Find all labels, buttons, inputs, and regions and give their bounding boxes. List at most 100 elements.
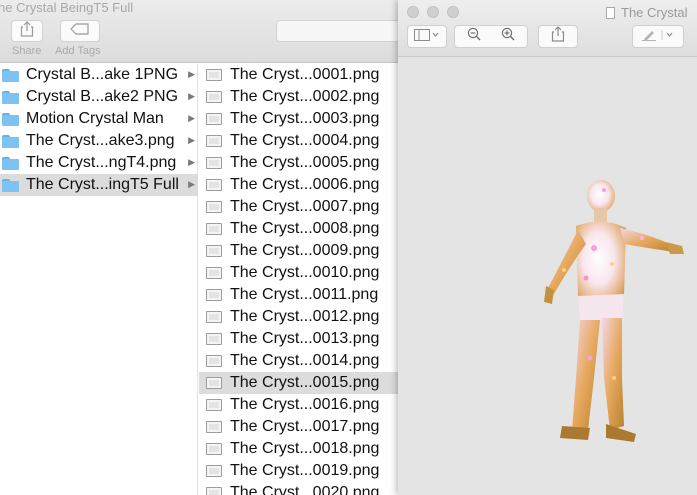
image-file-icon (206, 399, 222, 411)
disclosure-arrow-icon: ▶ (188, 91, 195, 101)
share-icon (20, 20, 34, 42)
image-file-icon (206, 377, 222, 389)
preview-title-text: The Crystal (621, 5, 688, 20)
preview-title: The Crystal (606, 5, 687, 20)
file-row[interactable]: The Cryst...0004.png (199, 130, 399, 152)
image-file-icon (206, 443, 222, 455)
image-file-icon (206, 135, 222, 147)
image-file-icon (206, 465, 222, 477)
folder-icon (2, 68, 19, 82)
zoom-in-icon[interactable] (501, 27, 515, 46)
sidebar-toggle-button[interactable] (407, 25, 447, 48)
file-name: The Cryst...0001.png (230, 66, 380, 83)
file-row[interactable]: The Cryst...0015.png (199, 372, 399, 394)
finder-window-title: he Crystal BeingT5 Full (0, 0, 134, 15)
close-window-button[interactable] (407, 6, 419, 18)
disclosure-arrow-icon: ▶ (188, 135, 195, 145)
disclosure-arrow-icon: ▶ (188, 69, 195, 79)
file-name: The Cryst...0019.png (230, 462, 380, 479)
file-name: The Cryst...0008.png (230, 220, 380, 237)
file-row[interactable]: The Cryst...0017.png (199, 416, 399, 438)
file-row[interactable]: The Cryst...0012.png (199, 306, 399, 328)
file-name: The Cryst...0002.png (230, 88, 380, 105)
folder-icon (2, 112, 19, 126)
file-row[interactable]: The Cryst...0001.png (199, 64, 399, 86)
file-row[interactable]: The Cryst...0018.png (199, 438, 399, 460)
folder-row[interactable]: Crystal B...ake 1PNG ▶ (0, 64, 198, 86)
folder-name: Motion Crystal Man (26, 110, 164, 127)
disclosure-arrow-icon: ▶ (188, 113, 195, 123)
image-file-icon (206, 267, 222, 279)
folder-name: The Cryst...ake3.png (26, 132, 175, 149)
file-row[interactable]: The Cryst...0006.png (199, 174, 399, 196)
file-row[interactable]: The Cryst...0020.png (199, 482, 399, 495)
image-file-icon (206, 69, 222, 81)
file-row[interactable]: The Cryst...0013.png (199, 328, 399, 350)
file-row[interactable]: The Cryst...0016.png (199, 394, 399, 416)
zoom-out-icon[interactable] (467, 27, 481, 46)
file-name: The Cryst...0004.png (230, 132, 380, 149)
folder-row[interactable]: The Cryst...ake3.png ▶ (0, 130, 198, 152)
image-file-icon (206, 487, 222, 495)
image-file-icon (206, 355, 222, 367)
zoom-controls (454, 25, 528, 48)
file-name: The Cryst...0010.png (230, 264, 380, 281)
markup-pen-icon (640, 28, 676, 46)
file-name: The Cryst...0007.png (230, 198, 380, 215)
file-name: The Cryst...0013.png (230, 330, 380, 347)
markup-button[interactable] (632, 25, 684, 48)
file-row[interactable]: The Cryst...0003.png (199, 108, 399, 130)
folder-row[interactable]: Motion Crystal Man ▶ (0, 108, 198, 130)
folder-column: Crystal B...ake 1PNG ▶ Crystal B...ake2 PN… (0, 64, 198, 495)
file-row[interactable]: The Cryst...0005.png (199, 152, 399, 174)
image-file-icon (206, 201, 222, 213)
share-button[interactable] (11, 20, 43, 42)
zoom-window-button[interactable] (447, 6, 459, 18)
folder-row[interactable]: The Cryst...ngT4.png ▶ (0, 152, 198, 174)
sidebar-icon (414, 28, 440, 46)
disclosure-arrow-icon: ▶ (188, 179, 195, 189)
add-tags-button[interactable] (60, 20, 100, 42)
file-name: The Cryst...0005.png (230, 154, 380, 171)
file-name: The Cryst...0009.png (230, 242, 380, 259)
image-file-icon (206, 311, 222, 323)
minimize-window-button[interactable] (427, 6, 439, 18)
search-field[interactable] (276, 20, 406, 42)
share-button[interactable] (538, 25, 578, 48)
image-file-icon (206, 113, 222, 125)
folder-icon (2, 90, 19, 104)
file-name: The Cryst...0014.png (230, 352, 380, 369)
file-row[interactable]: The Cryst...0008.png (199, 218, 399, 240)
file-row[interactable]: The Cryst...0009.png (199, 240, 399, 262)
share-icon (551, 26, 565, 47)
disclosure-arrow-icon: ▶ (188, 157, 195, 167)
folder-row[interactable]: Crystal B...ake2 PNG ▶ (0, 86, 198, 108)
image-file-icon (206, 157, 222, 169)
folder-icon (2, 134, 19, 148)
file-name: The Cryst...0012.png (230, 308, 380, 325)
file-name: The Cryst...0003.png (230, 110, 380, 127)
image-file-icon (206, 179, 222, 191)
file-row[interactable]: The Cryst...0019.png (199, 460, 399, 482)
file-name: The Cryst...0006.png (230, 176, 380, 193)
file-row[interactable]: The Cryst...0002.png (199, 86, 399, 108)
file-name: The Cryst...0017.png (230, 418, 380, 435)
file-name: The Cryst...0020.png (230, 484, 380, 495)
image-file-icon (206, 245, 222, 257)
file-row[interactable]: The Cryst...0007.png (199, 196, 399, 218)
preview-image-area[interactable] (398, 58, 697, 495)
folder-icon (2, 178, 19, 192)
image-file-icon (206, 421, 222, 433)
file-name: The Cryst...0018.png (230, 440, 380, 457)
folder-row[interactable]: The Cryst...ingT5 Full ▶ (0, 174, 198, 196)
file-column: The Cryst...0001.png The Cryst...0002.png… (199, 64, 399, 495)
document-icon (606, 6, 615, 19)
folder-name: The Cryst...ngT4.png (26, 154, 177, 171)
file-row[interactable]: The Cryst...0011.png (199, 284, 399, 306)
folder-name: Crystal B...ake 1PNG (26, 66, 179, 83)
share-label: Share (12, 45, 42, 57)
crystal-man-image (544, 180, 684, 442)
file-row[interactable]: The Cryst...0010.png (199, 262, 399, 284)
tag-icon (70, 22, 90, 40)
file-row[interactable]: The Cryst...0014.png (199, 350, 399, 372)
